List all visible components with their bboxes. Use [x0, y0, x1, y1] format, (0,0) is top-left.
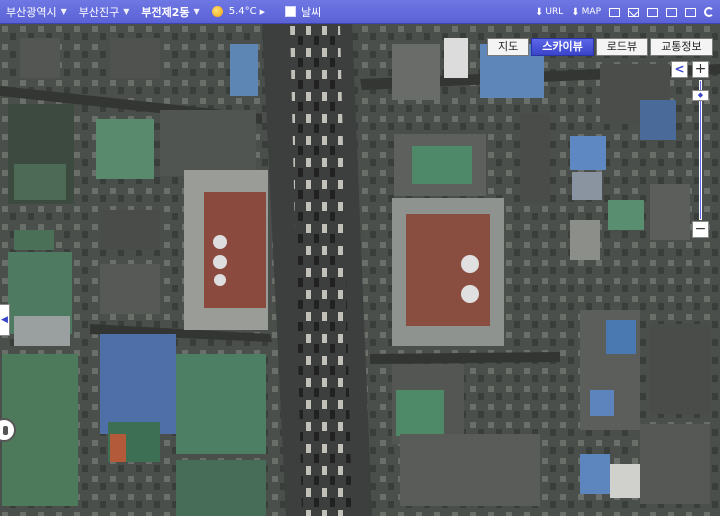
side-panel-toggle[interactable]: ◀	[0, 304, 10, 336]
chevron-down-icon: ▼	[193, 7, 200, 16]
breadcrumb-dong[interactable]: 부전제2동 ▼	[135, 0, 205, 24]
ruler-icon[interactable]	[666, 7, 677, 17]
tab-map[interactable]: 지도	[487, 38, 530, 56]
breadcrumb-district-label: 부산진구	[78, 5, 120, 19]
url-button[interactable]: ⬇ URL	[535, 7, 563, 18]
refresh-icon[interactable]	[704, 7, 714, 17]
weather-widget[interactable]: 5.4°C ▶	[206, 6, 265, 17]
map-button-label: MAP	[581, 7, 601, 17]
pan-left-button[interactable]: <	[671, 61, 688, 78]
zoom-out-button[interactable]: −	[692, 221, 709, 238]
chevron-down-icon: ▼	[60, 7, 67, 16]
chevron-right-icon: ▶	[259, 7, 265, 16]
url-button-label: URL	[545, 7, 564, 17]
breadcrumb-city-label: 부산광역시	[6, 5, 57, 19]
weather-checkbox[interactable]	[284, 6, 296, 17]
sun-icon	[211, 6, 223, 17]
print-icon[interactable]	[647, 7, 658, 17]
tab-skyview[interactable]: 스카이뷰	[531, 38, 594, 56]
tab-traffic[interactable]: 교통정보	[650, 38, 713, 56]
map-download-button[interactable]: ⬇ MAP	[571, 7, 601, 18]
breadcrumb-district[interactable]: 부산진구 ▼	[73, 0, 136, 24]
mail-icon[interactable]	[628, 7, 639, 17]
zoom-slider-track[interactable]	[699, 80, 702, 220]
save-icon[interactable]	[609, 7, 620, 17]
breadcrumb-city[interactable]: 부산광역시 ▼	[0, 0, 73, 24]
satellite-imagery	[0, 24, 720, 516]
map-type-tabs: 지도 스카이뷰 로드뷰 교통정보	[487, 38, 713, 56]
zoom-in-button[interactable]: +	[692, 61, 709, 78]
weather-toggle[interactable]: 날씨	[284, 4, 322, 20]
download-icon: ⬇	[571, 6, 580, 18]
toolbar-tools: ⬇ URL ⬇ MAP	[535, 0, 714, 24]
weather-toggle-label: 날씨	[300, 5, 322, 19]
chevron-down-icon: ▼	[123, 7, 130, 16]
download-icon: ⬇	[535, 6, 544, 18]
area-icon[interactable]	[685, 7, 696, 17]
tab-roadview[interactable]: 로드뷰	[595, 38, 649, 56]
skyview-map[interactable]: ◀	[0, 24, 720, 516]
top-toolbar: 부산광역시 ▼ 부산진구 ▼ 부전제2동 ▼ 5.4°C ▶ 날씨 ⬇ URL …	[0, 0, 720, 24]
breadcrumb-dong-label: 부전제2동	[141, 5, 190, 19]
chevron-left-icon: ◀	[1, 315, 8, 325]
zoom-slider-thumb[interactable]: ◆	[692, 90, 709, 101]
temperature-label: 5.4°C	[228, 6, 257, 17]
